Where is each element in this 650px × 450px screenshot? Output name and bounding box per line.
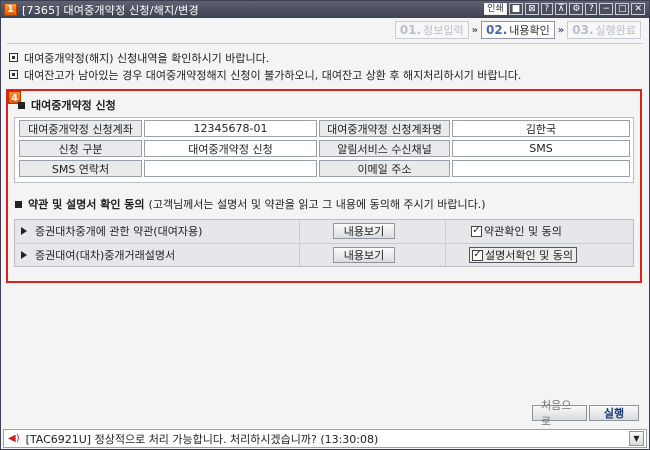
screenshot-icon[interactable]: ⊠ [525, 3, 539, 15]
close-button[interactable]: ✕ [631, 3, 645, 15]
column-divider [445, 244, 446, 266]
request-type-label: 신청 구분 [19, 140, 142, 157]
request-type-value: 대여중개약정 신청 [144, 140, 317, 157]
divider [7, 43, 643, 44]
step-1: 01. 정보입력 [394, 21, 469, 39]
view-terms-button[interactable]: 내용보기 [333, 223, 395, 239]
term-row: 증권대여(대차)중개거래설명서 내용보기 ✓ 설명서확인 및 동의 [15, 243, 633, 266]
link-button[interactable]: 인쇄 [484, 3, 507, 15]
checkmark-icon[interactable]: ✓ [472, 249, 483, 261]
step-arrow-icon: » [557, 24, 565, 36]
agree-terms-label: 약관확인 및 동의 [484, 225, 562, 238]
application-section-title: 대여중개약정 신청 [18, 97, 116, 113]
term-name: 증권대차중개에 관한 약관(대여자용) [21, 223, 202, 239]
settings-icon[interactable]: ⚙ [569, 3, 584, 15]
info-icon[interactable]: ? [585, 3, 598, 15]
column-divider [445, 220, 446, 242]
view-guide-button[interactable]: 내용보기 [333, 247, 395, 263]
window-title: [7365] 대여중개약정 신청/해지/변경 [22, 3, 199, 17]
step-3-number: 03. [572, 23, 594, 37]
step-2-number: 02. [486, 23, 508, 37]
triangle-bullet-icon [21, 250, 27, 259]
terms-table: 증권대차중개에 관한 약관(대여자용) 내용보기 ✓ 약관확인 및 동의 증권대… [14, 219, 634, 267]
account-label: 대여중개약정 신청계좌 [19, 120, 142, 137]
help-icon[interactable]: ? [540, 3, 553, 15]
notification-channel-label: 알림서비스 수신채널 [319, 140, 450, 157]
minimize-button[interactable]: − [599, 3, 613, 15]
form-row: 대여중개약정 신청계좌 12345678-01 대여중개약정 신청계좌명 김한국 [15, 118, 633, 138]
notice-text: 대여잔고가 남아있는 경우 대여중개약정해지 신청이 불가하오니, 대여잔고 상… [24, 68, 522, 82]
term-name: 증권대여(대차)중개거래설명서 [21, 247, 175, 263]
status-message: [TAC6921U] 정상적으로 처리 가능합니다. 처리하시겠습니까? (13… [25, 432, 379, 446]
step-2: 02. 내용확인 [481, 21, 555, 39]
run-button[interactable]: 실행 [589, 405, 639, 421]
form-row: SMS 연락처 이메일 주소 [15, 158, 633, 178]
reset-button[interactable]: 처음으로 [532, 399, 587, 428]
pin-icon[interactable]: ⊼ [554, 3, 568, 15]
application-form: 대여중개약정 신청계좌 12345678-01 대여중개약정 신청계좌명 김한국… [14, 117, 634, 183]
square-bullet-icon [9, 53, 18, 62]
terms-title: 약관 및 설명서 확인 동의 [28, 198, 145, 211]
email-value [452, 160, 630, 177]
form-row: 신청 구분 대여중개약정 신청 알림서비스 수신채널 SMS [15, 138, 633, 158]
notice-item: 대여잔고가 남아있는 경우 대여중개약정해지 신청이 불가하오니, 대여잔고 상… [9, 66, 629, 83]
chevron-down-icon[interactable]: ▼ [629, 431, 644, 446]
account-name-value: 김한국 [452, 120, 630, 137]
screen-number-icon: 1 [4, 3, 17, 16]
application-title: 대여중개약정 신청 [31, 99, 116, 112]
account-name-label: 대여중개약정 신청계좌명 [319, 120, 450, 137]
notification-channel-value: SMS [452, 140, 630, 157]
step-arrow-icon: » [471, 24, 479, 36]
step-3-label: 실행완료 [595, 24, 636, 37]
agree-guide-checkbox[interactable]: ✓ 설명서확인 및 동의 [469, 247, 577, 263]
notice-list: 대여중개약정(해지) 신청내역을 확인하시기 바랍니다. 대여잔고가 남아있는 … [9, 49, 629, 83]
app-window: 1 [7365] 대여중개약정 신청/해지/변경 인쇄 ■ ⊠ ? ⊼ ⚙ ? … [0, 0, 650, 450]
tile-icon[interactable]: ■ [508, 3, 524, 15]
term-name-text: 증권대여(대차)중개거래설명서 [35, 248, 176, 262]
terms-section-title: 약관 및 설명서 확인 동의 (고객님께서는 설명서 및 약관을 읽고 그 내용… [15, 196, 486, 212]
term-name-text: 증권대차중개에 관한 약관(대여자용) [35, 225, 203, 238]
status-bar: ◀) [TAC6921U] 정상적으로 처리 가능합니다. 처리하시겠습니까? … [3, 429, 647, 448]
step-1-label: 정보입력 [423, 24, 464, 37]
terms-subtitle: (고객님께서는 설명서 및 약관을 읽고 그 내용에 동의해 주시기 바랍니다.… [148, 198, 486, 211]
square-bullet-icon [9, 70, 18, 79]
sms-contact-value [144, 160, 317, 177]
title-controls: 인쇄 ■ ⊠ ? ⊼ ⚙ ? − □ ✕ [484, 3, 645, 15]
agree-terms-checkbox[interactable]: ✓ 약관확인 및 동의 [469, 223, 562, 239]
account-value: 12345678-01 [144, 120, 317, 137]
column-divider [299, 220, 300, 242]
agree-guide-label: 설명서확인 및 동의 [485, 249, 573, 262]
term-row: 증권대차중개에 관한 약관(대여자용) 내용보기 ✓ 약관확인 및 동의 [15, 220, 633, 242]
column-divider [299, 244, 300, 266]
step-2-label: 내용확인 [509, 24, 550, 37]
notice-text: 대여중개약정(해지) 신청내역을 확인하시기 바랍니다. [24, 51, 270, 65]
sms-contact-label: SMS 연락처 [19, 160, 142, 177]
bullet-icon [18, 101, 25, 109]
bullet-icon [15, 200, 22, 208]
title-bar[interactable]: 1 [7365] 대여중개약정 신청/해지/변경 인쇄 ■ ⊠ ? ⊼ ⚙ ? … [1, 1, 649, 18]
email-label: 이메일 주소 [319, 160, 450, 177]
triangle-bullet-icon [21, 227, 27, 235]
step-1-number: 01. [399, 23, 422, 37]
maximize-button[interactable]: □ [614, 3, 630, 15]
speaker-icon: ◀) [8, 433, 20, 444]
step-indicator: 01. 정보입력 » 02. 내용확인 » 03. 실행완료 [394, 21, 641, 39]
checkmark-icon[interactable]: ✓ [471, 225, 482, 237]
step-3: 03. 실행완료 [567, 21, 641, 39]
notice-item: 대여중개약정(해지) 신청내역을 확인하시기 바랍니다. [9, 49, 629, 66]
